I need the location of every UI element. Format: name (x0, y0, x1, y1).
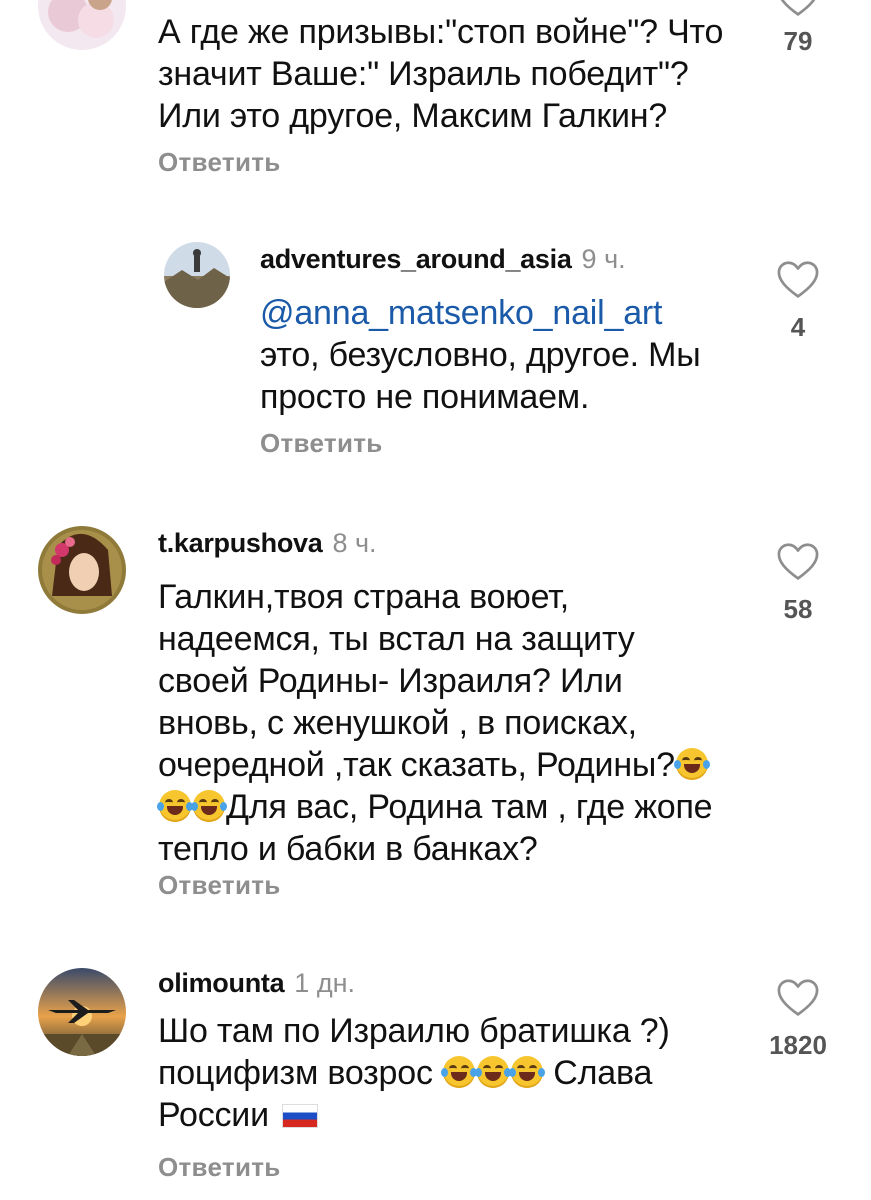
comment-meta: adventures_around_asia 9 ч. (260, 244, 626, 275)
comment-text: А где же призывы:"стоп войне"? Что значи… (158, 13, 724, 135)
comment-meta: olimounta 1 дн. (158, 968, 355, 999)
like-count: 79 (783, 26, 813, 56)
heart-outline-icon (776, 260, 820, 300)
face-with-tears-of-joy-icon (441, 1056, 478, 1088)
like-count: 1820 (769, 1030, 827, 1060)
timestamp: 8 ч. (332, 528, 377, 558)
face-with-tears-of-joy-icon (673, 748, 710, 780)
comment-3: t.karpushova 8 ч. Галкин,твоя страна воюе… (0, 520, 871, 920)
reply-button[interactable]: Ответить (158, 870, 281, 901)
comment-4: olimounta 1 дн. Шо там по Израилю братишк… (0, 962, 871, 1200)
avatar[interactable] (164, 242, 230, 308)
comment-meta: t.karpushova 8 ч. (158, 528, 377, 559)
username[interactable]: olimounta (158, 968, 285, 998)
avatar[interactable] (38, 968, 126, 1056)
like-button[interactable]: 1820 (758, 978, 838, 1061)
like-button[interactable]: 79 (758, 0, 838, 57)
face-with-tears-of-joy-icon (475, 1056, 512, 1088)
avatar[interactable] (38, 0, 126, 50)
like-count: 4 (790, 312, 806, 342)
like-count: 58 (783, 594, 813, 624)
comment-2: adventures_around_asia 9 ч. @anna_matsenk… (0, 230, 871, 490)
face-with-tears-of-joy-icon (191, 790, 227, 822)
face-with-tears-of-joy-icon (157, 790, 193, 822)
russia-flag-icon (282, 1104, 319, 1128)
comment-text: @anna_matsenko_nail_art это, безусловно,… (260, 292, 701, 416)
heart-outline-icon (776, 978, 820, 1018)
reply-button[interactable]: Ответить (158, 147, 281, 178)
heart-outline-icon (776, 0, 820, 18)
mention-link[interactable]: @anna_matsenko_nail_art (260, 292, 701, 334)
like-button[interactable]: 4 (758, 260, 838, 343)
timestamp: 1 дн. (294, 968, 355, 998)
comment-text: Галкин,твоя страна воюет, надеемся, ты в… (157, 578, 713, 868)
reply-button[interactable]: Ответить (158, 1152, 281, 1183)
avatar[interactable] (38, 526, 126, 614)
timestamp: 9 ч. (581, 244, 626, 274)
face-with-tears-of-joy-icon (509, 1056, 546, 1088)
reply-button[interactable]: Ответить (260, 428, 383, 459)
username[interactable]: adventures_around_asia (260, 244, 572, 274)
like-button[interactable]: 58 (758, 542, 838, 625)
username[interactable]: t.karpushova (158, 528, 323, 558)
heart-outline-icon (776, 542, 820, 582)
comment-1: А где же призывы:"стоп войне"? Что значи… (0, 0, 871, 200)
comment-text: Шо там по Израилю братишка ?) поцифизм в… (158, 1012, 670, 1134)
